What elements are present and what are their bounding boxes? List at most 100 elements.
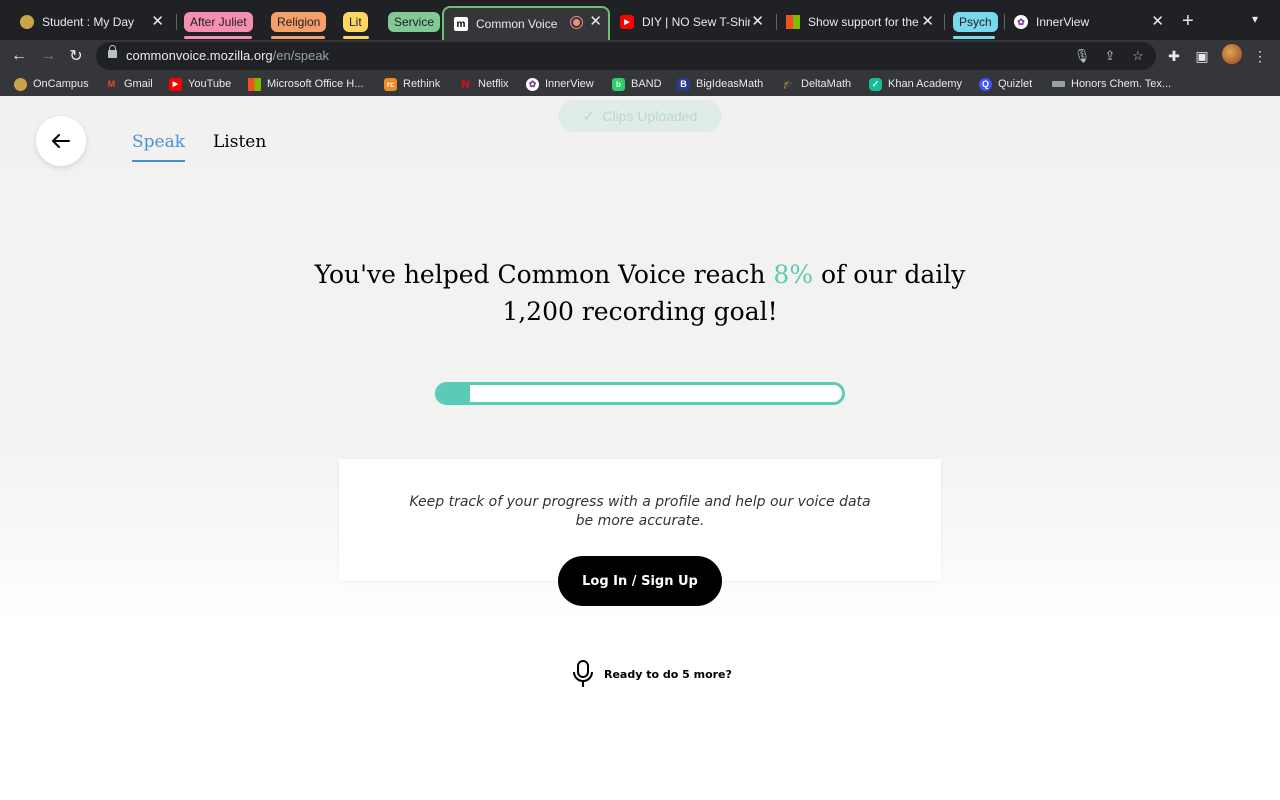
bookmark-khan-academy[interactable]: ✓ Khan Academy: [869, 76, 962, 92]
lock-icon: [108, 45, 117, 58]
tab-group-service[interactable]: Service: [388, 12, 441, 32]
tab-title: Show support for the: [808, 15, 919, 29]
recording-indicator-icon: [571, 17, 582, 28]
tab-strip: Student : My Day ✕ After Juliet Religion…: [0, 0, 1280, 40]
tab-group-underline: [343, 36, 369, 39]
goal-headline: You've helped Common Voice reach 8% of o…: [300, 256, 980, 330]
ready-for-more-text: Ready to do 5 more?: [604, 667, 732, 681]
extensions-puzzle-icon[interactable]: ✚: [1162, 44, 1186, 68]
tab-innerview[interactable]: ✿ InnerView ✕: [1008, 8, 1170, 36]
quizlet-icon: Q: [979, 77, 992, 91]
common-voice-m-icon: m: [454, 17, 468, 31]
tab-listen[interactable]: Listen: [213, 132, 266, 152]
page-content: ✓ Clips Uploaded Speak Listen You've hel…: [0, 96, 1280, 800]
tab-group-underline: [184, 36, 252, 39]
tab-group-underline: [271, 36, 325, 39]
bookmark-rethink[interactable]: rc Rethink: [384, 76, 440, 92]
microphone-icon: [573, 660, 593, 687]
bookmark-youtube[interactable]: ▶ YouTube: [169, 76, 231, 92]
tab-title: Common Voice: [476, 17, 558, 31]
tab-separator: [176, 14, 177, 30]
tab-separator: [1004, 14, 1005, 30]
bookmark-label: Honors Chem. Tex...: [1071, 78, 1172, 90]
close-tab-icon[interactable]: ✕: [751, 14, 764, 29]
tab-diy-no-sew[interactable]: ▶ DIY | NO Sew T-Shirt ✕: [612, 8, 770, 36]
tab-speak[interactable]: Speak: [132, 132, 186, 162]
tab-show-support[interactable]: Show support for the ✕: [780, 8, 940, 36]
bookmark-label: Microsoft Office H...: [267, 78, 364, 90]
school-seal-icon: [14, 77, 27, 91]
menu-kebab-icon[interactable]: ⋮: [1248, 44, 1272, 68]
tab-group-lit[interactable]: Lit: [343, 12, 368, 32]
login-signup-button[interactable]: Log In / Sign Up: [558, 556, 722, 606]
toast-text: Clips Uploaded: [602, 108, 698, 124]
arrow-left-icon: [52, 134, 70, 148]
bookmark-bigideasmath[interactable]: B BigIdeasMath: [677, 76, 763, 92]
bookmark-oncampus[interactable]: OnCampus: [14, 76, 89, 92]
side-panel-icon[interactable]: ▣: [1190, 44, 1214, 68]
bookmark-gmail[interactable]: M Gmail: [105, 76, 153, 92]
profile-prompt-text: Keep track of your progress with a profi…: [409, 494, 871, 529]
school-seal-icon: [20, 15, 34, 29]
bookmark-microsoft-office[interactable]: Microsoft Office H...: [248, 76, 363, 92]
tab-title: Student : My Day: [42, 15, 135, 29]
tab-group-underline: [953, 36, 995, 39]
url-path: /en/speak: [272, 48, 330, 63]
headline-text-start: You've helped Common Voice reach: [314, 260, 774, 289]
goal-progress-bar: [435, 382, 845, 405]
back-button[interactable]: [36, 116, 86, 166]
bookmark-band[interactable]: b BAND: [612, 76, 662, 92]
new-tab-icon[interactable]: +: [1182, 10, 1194, 33]
back-arrow-icon[interactable]: ←: [7, 44, 31, 68]
rethink-icon: rc: [384, 77, 397, 91]
tab-student-my-day[interactable]: Student : My Day ✕: [12, 8, 170, 36]
bookmark-label: Netflix: [478, 78, 509, 90]
bookmarks-bar: OnCampus M Gmail ▶ YouTube Microsoft Off…: [0, 72, 1280, 96]
tab-common-voice[interactable]: m Common Voice ✕: [442, 6, 610, 40]
clips-uploaded-toast: ✓ Clips Uploaded: [558, 100, 722, 132]
address-bar[interactable]: commonvoice.mozilla.org/en/speak 🎙 ⇪ ☆: [96, 42, 1156, 70]
bookmark-label: OnCampus: [33, 78, 89, 90]
bookmark-quizlet[interactable]: Q Quizlet: [979, 76, 1032, 92]
bookmark-star-icon[interactable]: ☆: [1128, 46, 1148, 66]
bookmark-netflix[interactable]: N Netflix: [459, 76, 509, 92]
bookmark-label: YouTube: [188, 78, 232, 90]
bookmark-honors-chem[interactable]: Honors Chem. Tex...: [1052, 76, 1171, 92]
forward-arrow-icon[interactable]: →: [36, 44, 60, 68]
khan-academy-icon: ✓: [869, 77, 882, 91]
tab-search-chevron-icon[interactable]: ▾: [1252, 12, 1258, 26]
tab-title: InnerView: [1036, 15, 1090, 29]
tab-group-religion[interactable]: Religion: [271, 12, 327, 32]
close-tab-icon[interactable]: ✕: [1151, 14, 1164, 29]
bookmark-label: Khan Academy: [888, 78, 962, 90]
microsoft-icon: [786, 15, 800, 29]
youtube-icon: ▶: [620, 15, 634, 29]
innerview-icon: ✿: [1014, 15, 1028, 29]
deltamath-icon: 🎓: [782, 78, 795, 89]
bookmark-label: Rethink: [403, 78, 441, 90]
book-icon: [1052, 81, 1065, 87]
browser-toolbar: ← → ↻ commonvoice.mozilla.org/en/speak 🎙…: [0, 40, 1280, 72]
reload-icon[interactable]: ↻: [64, 44, 88, 68]
innerview-icon: ✿: [526, 77, 539, 91]
tab-group-psych[interactable]: Psych: [953, 12, 998, 32]
bookmark-label: DeltaMath: [801, 78, 852, 90]
bookmark-innerview[interactable]: ✿ InnerView: [526, 76, 594, 92]
close-tab-icon[interactable]: ✕: [921, 14, 934, 29]
tab-separator: [776, 14, 777, 30]
url-domain: commonvoice.mozilla.org: [126, 48, 273, 63]
share-icon[interactable]: ⇪: [1100, 46, 1120, 66]
profile-avatar[interactable]: [1222, 44, 1242, 64]
microphone-icon[interactable]: 🎙: [1072, 46, 1092, 66]
goal-percent: 8%: [773, 260, 814, 289]
bookmark-label: Gmail: [124, 78, 153, 90]
microsoft-icon: [248, 77, 261, 91]
close-tab-icon[interactable]: ✕: [589, 14, 602, 29]
bookmark-label: BAND: [631, 78, 662, 90]
band-icon: b: [612, 77, 625, 91]
netflix-icon: N: [461, 77, 470, 91]
close-tab-icon[interactable]: ✕: [151, 14, 164, 29]
ready-for-more[interactable]: Ready to do 5 more?: [572, 660, 732, 688]
tab-group-after-juliet[interactable]: After Juliet: [184, 12, 253, 32]
bookmark-deltamath[interactable]: 🎓 DeltaMath: [782, 76, 851, 92]
